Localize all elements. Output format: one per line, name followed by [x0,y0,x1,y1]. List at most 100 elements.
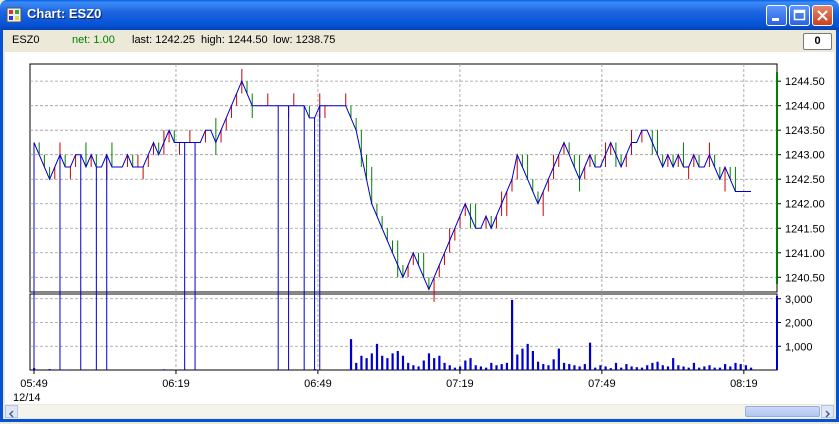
volume-bar [651,363,653,370]
y-tick-label: 1243.50 [785,125,825,137]
price-volume-chart[interactable]: 1244.501244.001243.501243.001242.501242.… [5,52,834,404]
volume-bar [625,364,627,370]
x-tick-label: 05:49 [20,378,48,390]
y-tick-label: 1244.00 [785,101,825,113]
volume-bar [350,339,352,370]
chart-area[interactable]: 1244.501244.001243.501243.001242.501242.… [5,52,834,404]
scroll-right-button[interactable] [821,405,834,418]
volume-bar [734,363,736,370]
volume-tick-label: 1,000 [785,341,813,353]
volume-bar [646,365,648,370]
volume-bar [366,358,368,370]
volume-bar [459,366,461,370]
arrow-left-icon [6,408,17,419]
maximize-icon [790,6,809,25]
volume-tick-label: 2,000 [785,318,813,330]
volume-bar [605,366,607,370]
volume-bar [698,368,700,370]
arrow-right-icon [822,408,833,419]
volume-bar [371,353,373,370]
volume-bar [464,361,466,371]
volume-bar [511,300,513,370]
volume-bar [610,368,612,370]
volume-bar [631,366,633,370]
volume-bar [745,365,747,370]
volume-tick-label: 3,000 [785,294,813,306]
volume-bar [469,358,471,370]
x-tick-label: 08:19 [730,378,758,390]
volume-bar [599,365,601,370]
scroll-thumb[interactable] [745,406,820,417]
volume-bar [594,368,596,370]
volume-bar [381,356,383,370]
volume-bar [397,351,399,370]
volume-bar [417,366,419,370]
y-tick-label: 1243.00 [785,150,825,162]
volume-bar [667,366,669,370]
x-tick-label: 06:49 [304,378,332,390]
minimize-icon [767,6,786,25]
volume-bar [433,358,435,370]
price-panel-frame [30,64,777,292]
title-bar: Chart: ESZ0 [0,0,839,30]
volume-bar [662,365,664,370]
zero-button[interactable]: 0 [803,33,832,50]
volume-bar [693,363,695,370]
y-tick-label: 1241.50 [785,223,825,235]
volume-bar [516,355,518,370]
volume-bar [579,366,581,370]
volume-bar [584,364,586,370]
volume-bar [454,368,456,370]
volume-bar [33,368,35,370]
volume-bar [719,368,721,370]
volume-bar [542,364,544,370]
volume-bar [449,365,451,370]
volume-bar [490,363,492,370]
volume-bar [407,363,409,370]
volume-bar [428,353,430,370]
volume-bar [386,358,388,370]
volume-bar [589,343,591,370]
date-label: 12/14 [13,392,41,404]
volume-bar [729,366,731,370]
volume-bar [423,361,425,371]
low-price: low: 1238.75 [273,34,335,46]
window-title: Chart: ESZ0 [27,6,101,21]
volume-bar [402,356,404,370]
scroll-left-button[interactable] [5,405,18,418]
volume-bar [314,369,316,370]
volume-bar [641,368,643,370]
symbol-label: ESZ0 [12,34,40,46]
y-tick-label: 1241.00 [785,248,825,260]
volume-bar [485,368,487,370]
volume-bar [506,363,508,370]
volume-bar [501,364,503,370]
volume-bar [620,368,622,370]
volume-bar [568,364,570,370]
chart-app-icon [6,7,22,23]
close-icon [813,6,832,25]
high-price: high: 1244.50 [201,34,268,46]
maximize-button[interactable] [789,5,810,26]
volume-bar [537,362,539,370]
horizontal-scrollbar[interactable] [5,405,834,418]
close-button[interactable] [812,5,833,26]
volume-bar [163,369,165,370]
volume-bar [355,363,357,370]
volume-bar [682,366,684,370]
volume-bar [547,365,549,370]
minimize-button[interactable] [766,5,787,26]
volume-bar [714,368,716,370]
x-tick-label: 06:19 [162,378,190,390]
volume-bar [49,369,51,370]
volume-bar [724,364,726,370]
volume-bar [376,344,378,370]
volume-bar [495,365,497,370]
last-price: last: 1242.25 [132,34,195,46]
x-tick-label: 07:49 [588,378,616,390]
volume-bar [677,365,679,370]
volume-bar [438,356,440,370]
y-tick-label: 1242.00 [785,199,825,211]
y-tick-label: 1244.50 [785,76,825,88]
volume-bar [740,364,742,370]
